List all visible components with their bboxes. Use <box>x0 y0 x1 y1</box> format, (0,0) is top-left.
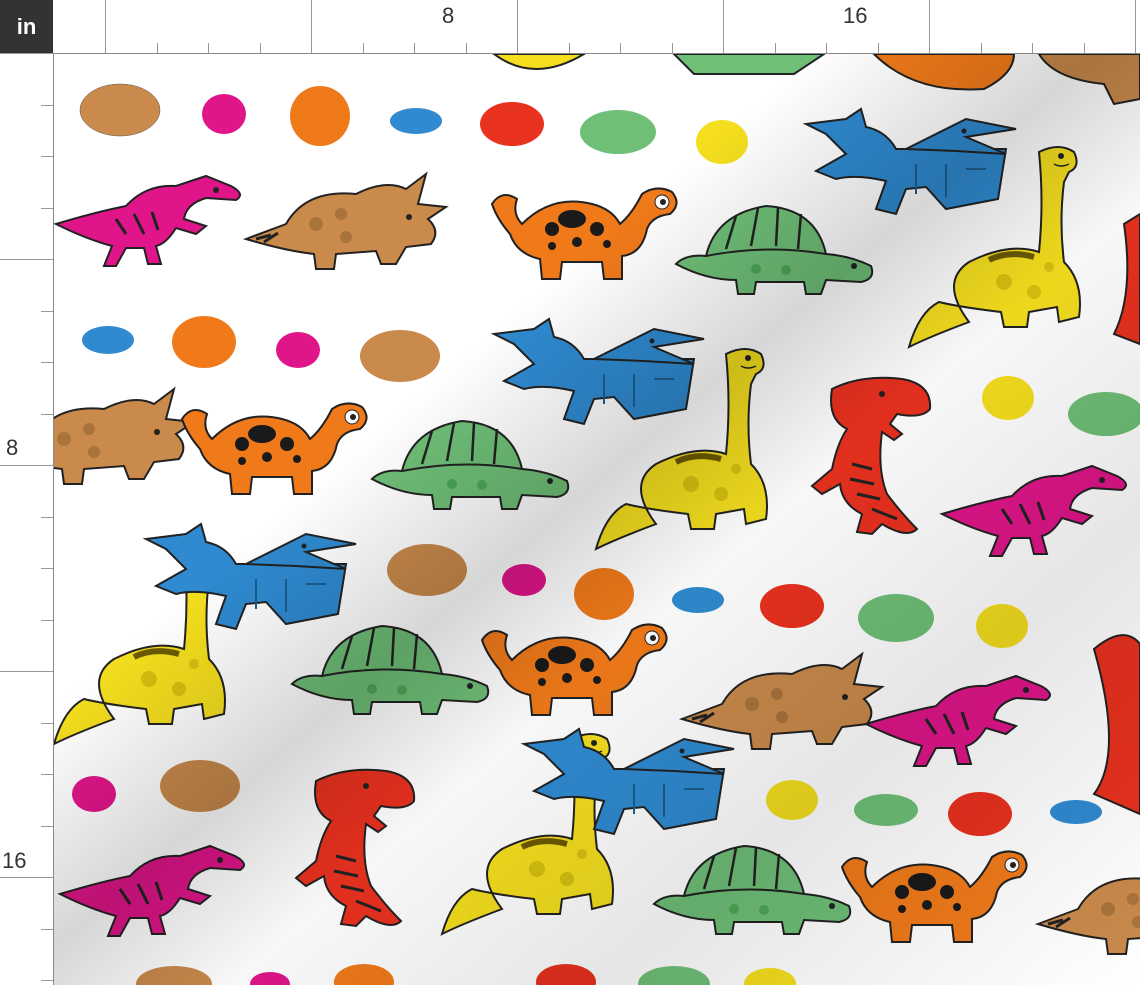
ruler-tick <box>826 43 827 53</box>
ruler-tick <box>41 774 53 775</box>
ruler-tick <box>0 877 53 878</box>
ruler-tick <box>362 43 364 53</box>
ruler-tick <box>41 568 53 569</box>
ruler-tick <box>41 722 53 724</box>
ruler-tick <box>156 43 158 53</box>
ruler-tick <box>41 104 53 106</box>
ruler-tick <box>723 0 724 53</box>
ruler-tick <box>929 0 930 53</box>
ruler-tick <box>877 43 879 53</box>
ruler-tick <box>41 207 53 209</box>
ruler-tick <box>41 156 53 157</box>
ruler-top-label-8: 8 <box>442 3 455 28</box>
ruler-tick <box>414 43 415 53</box>
ruler-tick <box>774 43 776 53</box>
ruler-tick <box>671 43 673 53</box>
ruler-tick <box>259 43 261 53</box>
ruler-tick <box>41 619 53 621</box>
ruler-tick <box>41 310 53 312</box>
ruler-top-label-16: 16 <box>843 3 868 28</box>
ruler-tick <box>41 516 53 518</box>
ruler-tick <box>1135 0 1136 53</box>
ruler-tick <box>1032 43 1033 53</box>
ruler-left-label-16: 16 <box>2 848 27 873</box>
ruler-tick <box>311 0 312 53</box>
ruler-tick <box>41 928 53 930</box>
ruler-tick <box>41 825 53 827</box>
ruler-tick <box>105 0 106 53</box>
ruler-tick <box>0 53 53 54</box>
ruler-tick <box>517 0 518 53</box>
ruler-tick <box>0 465 53 466</box>
dinosaur-pattern <box>54 54 1140 985</box>
left-ruler: 8 16 <box>0 53 54 985</box>
ruler-tick <box>0 259 53 260</box>
top-ruler: 8 16 <box>53 0 1140 54</box>
unit-label: in <box>0 0 53 53</box>
ruler-tick <box>620 43 621 53</box>
ruler-tick <box>41 362 53 363</box>
ruler-tick <box>41 980 53 981</box>
ruler-tick <box>465 43 467 53</box>
ruler-tick <box>0 671 53 672</box>
fabric-preview <box>54 54 1140 985</box>
ruler-tick <box>568 43 570 53</box>
ruler-tick <box>1083 43 1085 53</box>
ruler-tick <box>980 43 982 53</box>
ruler-tick <box>41 413 53 415</box>
ruler-tick <box>208 43 209 53</box>
ruler-left-label-8: 8 <box>6 435 19 460</box>
